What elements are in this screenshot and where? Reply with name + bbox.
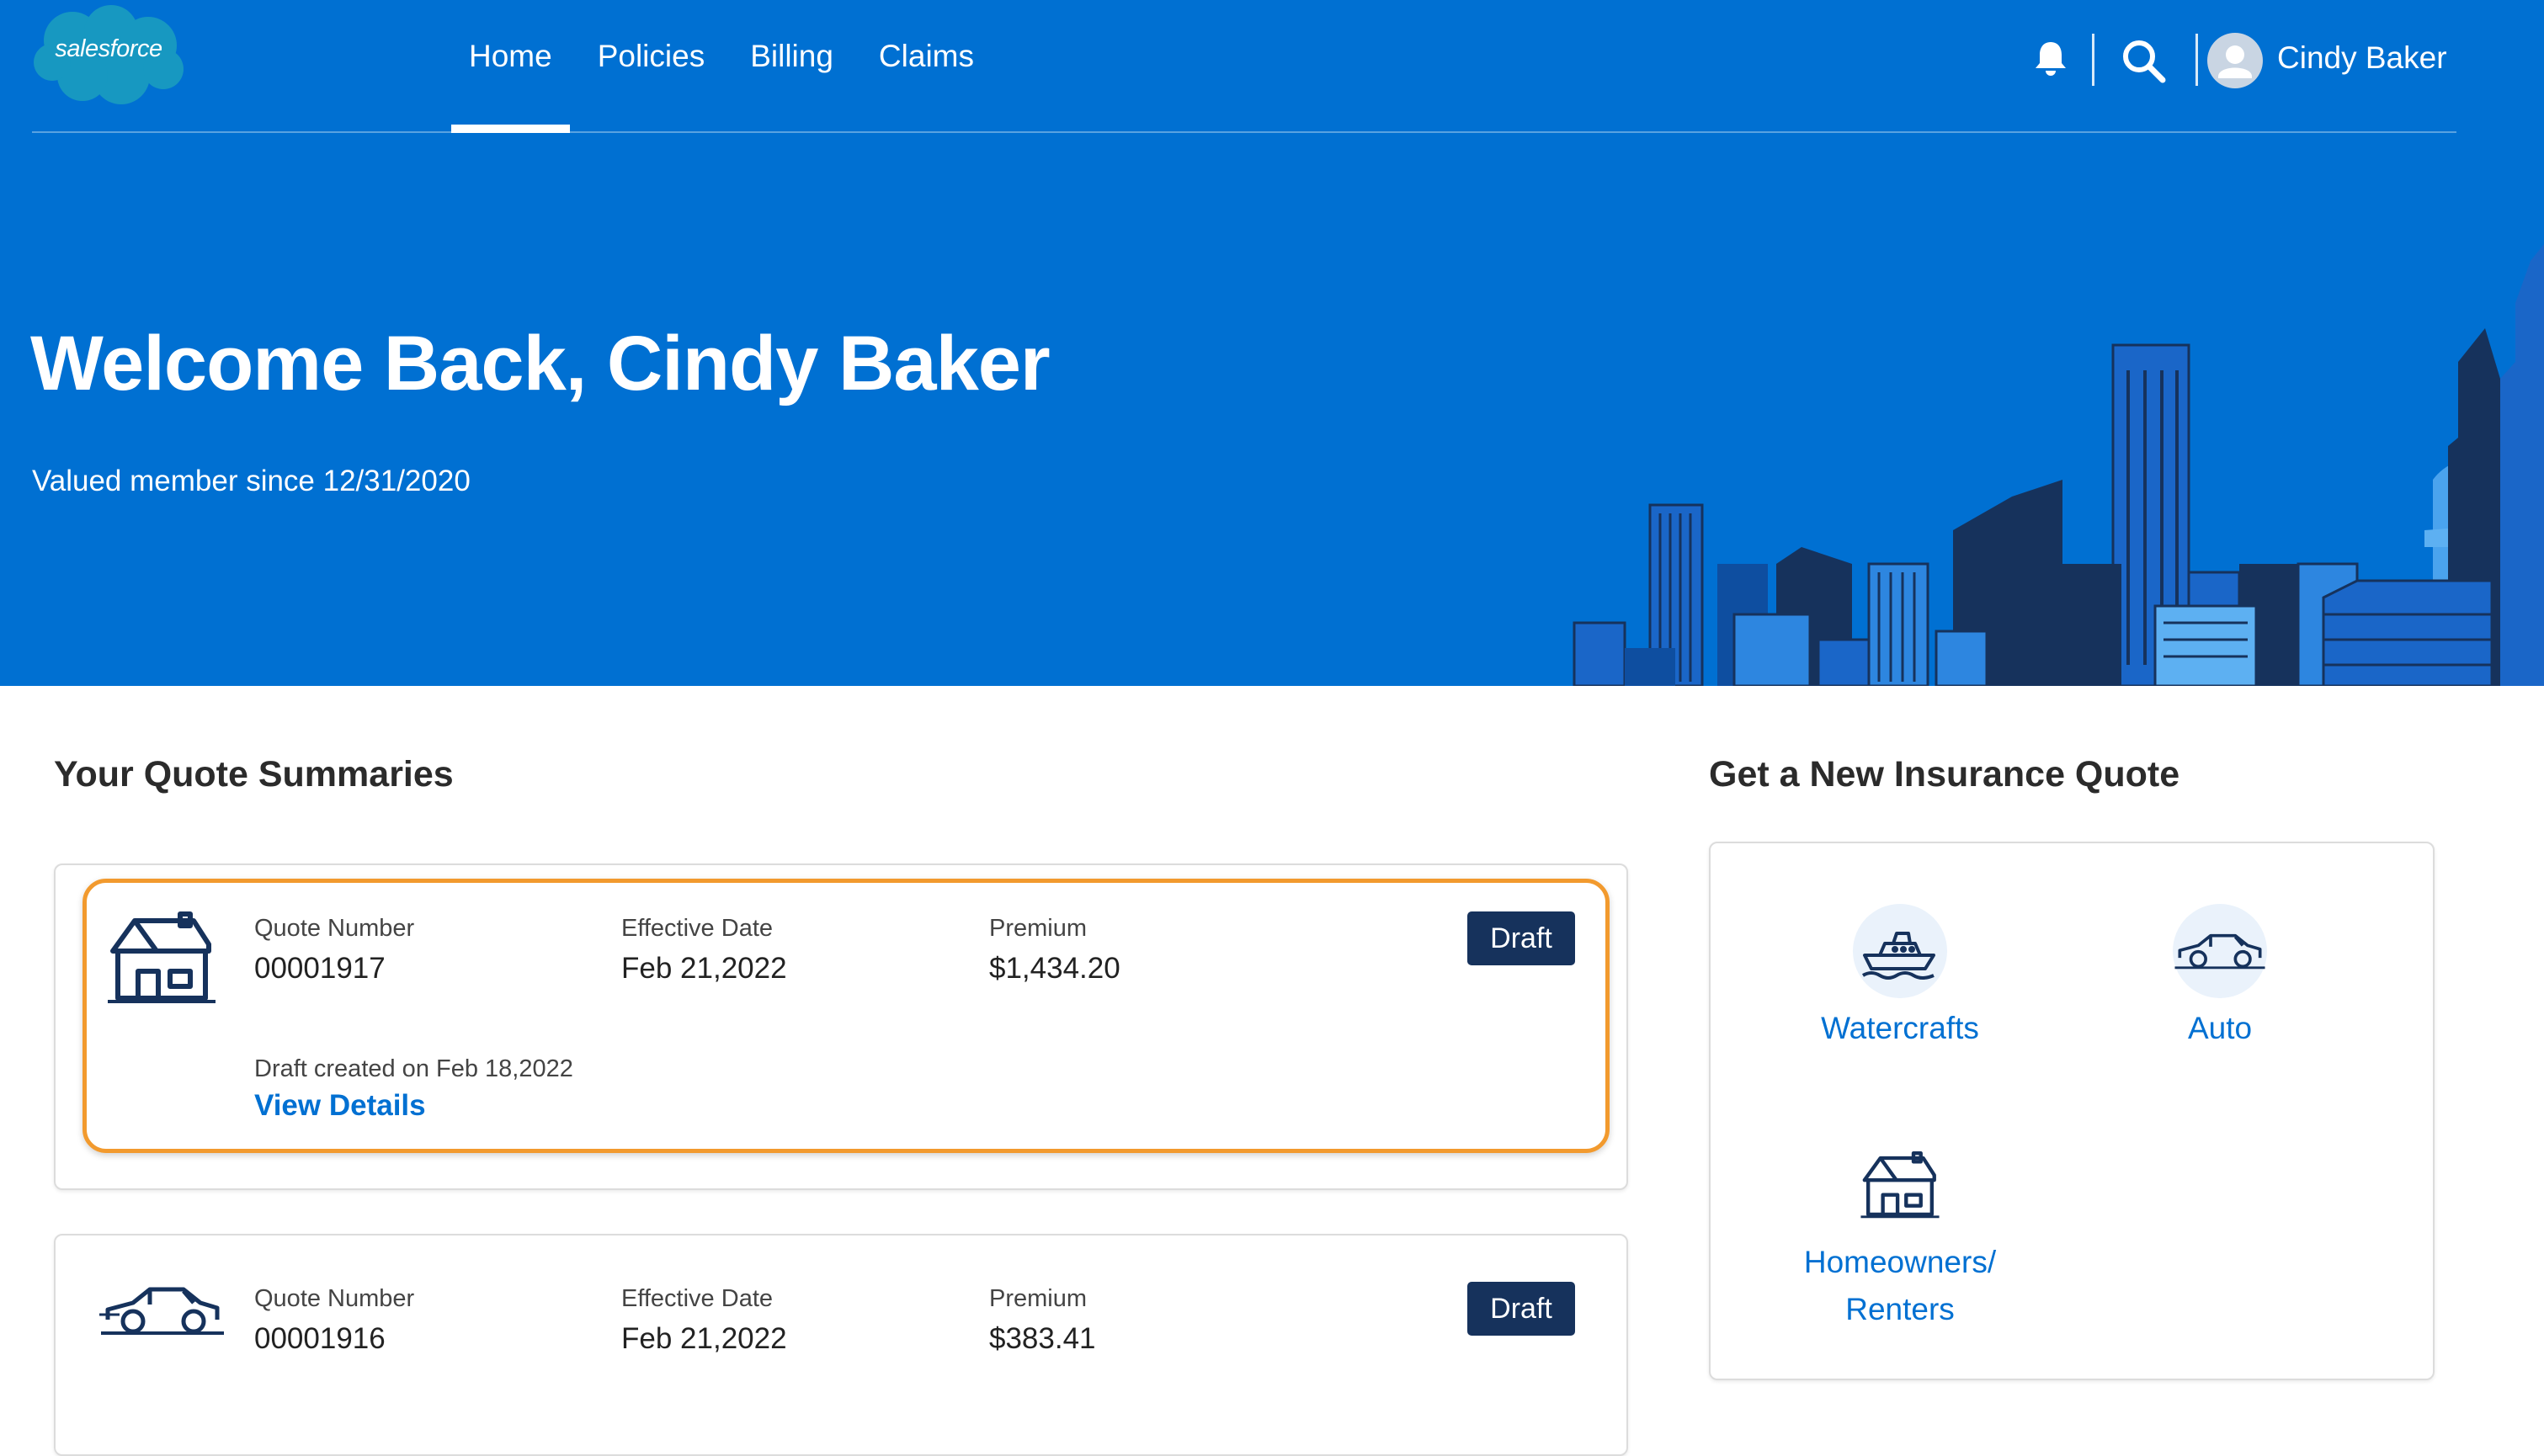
product-homeowners-renters[interactable]: Homeowners/ Renters <box>1761 1138 2039 1333</box>
header-separator <box>2092 34 2094 86</box>
effective-date-label: Effective Date <box>621 915 774 942</box>
effective-date-value: Feb 21,2022 <box>621 1322 787 1355</box>
effective-date-value: Feb 21,2022 <box>621 952 787 985</box>
new-quote-section-title: Get a New Insurance Quote <box>1709 754 2180 794</box>
premium-value: $383.41 <box>989 1322 1096 1355</box>
user-avatar-icon[interactable] <box>2207 33 2263 88</box>
nav-policies[interactable]: Policies <box>575 0 728 133</box>
house-icon <box>1860 1151 1940 1219</box>
boat-icon <box>1861 932 1935 980</box>
nav-billing-label: Billing <box>750 39 833 73</box>
nav-policies-label: Policies <box>597 39 705 73</box>
nav-home[interactable]: Home <box>446 0 575 133</box>
view-details-link[interactable]: View Details <box>254 1089 426 1123</box>
effective-date-label: Effective Date <box>621 1285 774 1312</box>
product-auto[interactable]: Auto <box>2115 904 2325 1052</box>
premium-label: Premium <box>989 915 1088 942</box>
premium-value: $1,434.20 <box>989 952 1120 985</box>
quote-number-label: Quote Number <box>254 1285 415 1312</box>
header-separator <box>2195 34 2198 86</box>
quote-number-value: 00001917 <box>254 952 386 985</box>
nav-claims-label: Claims <box>878 39 974 73</box>
hero-banner: salesforce Home Policies Billing Claims … <box>0 0 2544 686</box>
logo-text: salesforce <box>55 35 162 62</box>
search-icon[interactable] <box>2120 37 2167 84</box>
main-nav: Home Policies Billing Claims <box>446 0 997 133</box>
user-name[interactable]: Cindy Baker <box>2277 40 2447 76</box>
welcome-title: Welcome Back, Cindy Baker <box>30 321 1051 407</box>
car-icon <box>99 1287 224 1335</box>
status-badge[interactable]: Draft <box>1467 911 1575 965</box>
quotes-section-title: Your Quote Summaries <box>54 754 454 794</box>
product-watercrafts-label: Watercrafts <box>1821 1011 1979 1045</box>
bell-icon[interactable] <box>2030 39 2071 79</box>
house-icon <box>108 911 216 1003</box>
product-auto-label: Auto <box>2187 1011 2253 1045</box>
draft-created-note: Draft created on Feb 18,2022 <box>254 1055 573 1082</box>
product-watercrafts[interactable]: Watercrafts <box>1795 904 2005 1052</box>
quote-number-label: Quote Number <box>254 915 415 942</box>
nav-claims[interactable]: Claims <box>856 0 997 133</box>
nav-home-label: Home <box>469 39 552 73</box>
quote-number-value: 00001916 <box>254 1322 386 1355</box>
nav-billing[interactable]: Billing <box>727 0 856 133</box>
city-skyline-illustration <box>1573 244 2544 686</box>
member-since: Valued member since 12/31/2020 <box>32 465 471 497</box>
product-homeowners-label-line2: Renters <box>1845 1292 1955 1326</box>
premium-label: Premium <box>989 1285 1088 1312</box>
nav-divider <box>32 131 2456 133</box>
status-badge[interactable]: Draft <box>1467 1282 1575 1336</box>
product-homeowners-label-line1: Homeowners/ <box>1803 1245 1997 1279</box>
car-icon <box>2174 933 2265 970</box>
new-quote-card: Watercrafts Auto Homeowners/ Renters <box>1709 842 2435 1380</box>
